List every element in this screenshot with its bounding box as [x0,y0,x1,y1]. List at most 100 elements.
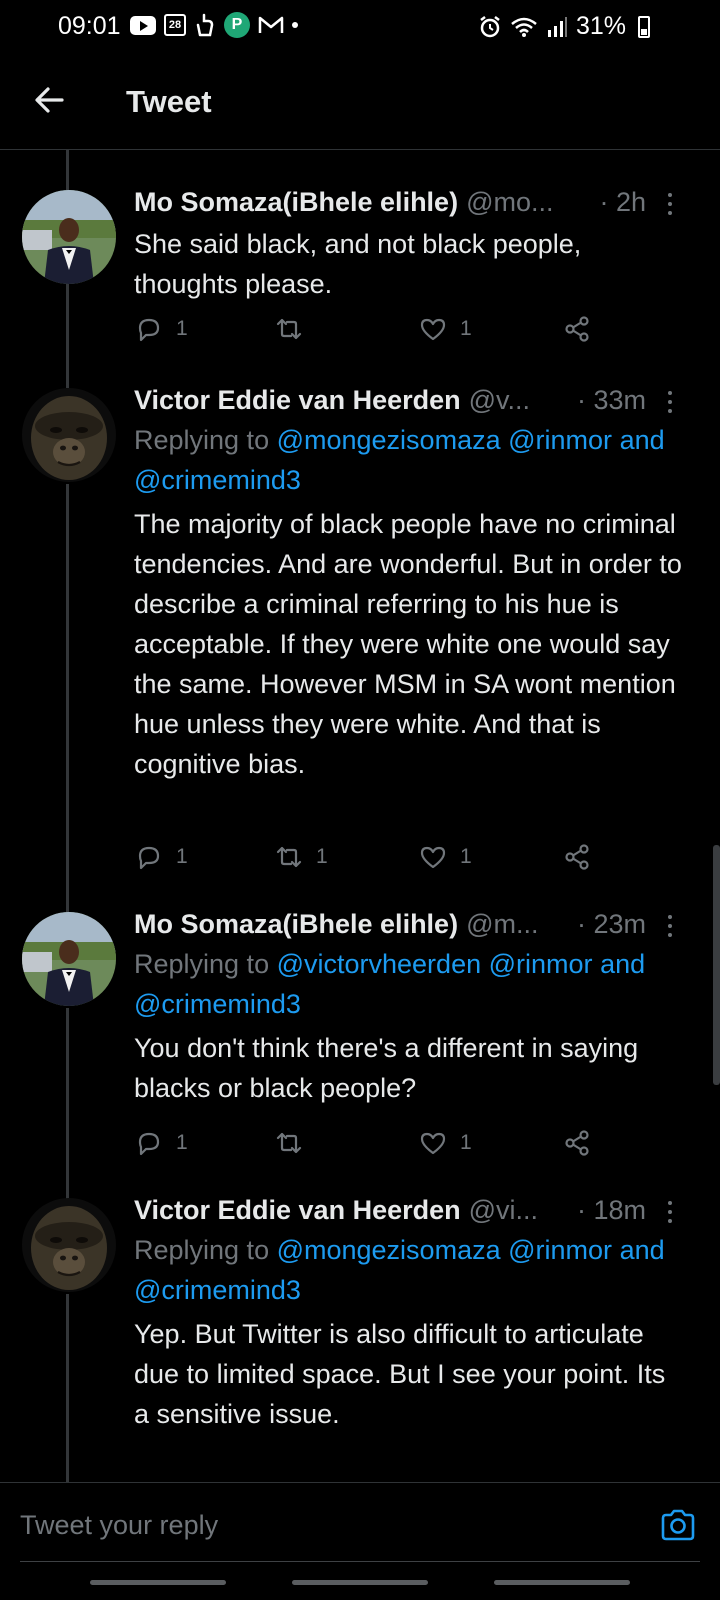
author-handle[interactable]: @vi... [469,1195,538,1226]
app-icon: P [224,12,250,38]
camera-button[interactable] [658,1505,698,1545]
tweet-time: · 18m [576,1194,646,1225]
mention-link[interactable]: @mongezisomaza [277,425,501,455]
author-name[interactable]: Victor Eddie van Heerden [134,1195,461,1226]
avatar[interactable] [22,388,116,482]
nav-recents[interactable] [90,1580,226,1585]
mention-link[interactable]: @victorvheerden [277,949,482,979]
tweet-header: Victor Eddie van Heerden @v... · 33m [134,382,680,418]
alarm-icon [478,14,502,40]
tweet[interactable]: Victor Eddie van Heerden @vi... · 18m Re… [0,1192,720,1482]
battery-percent: 31% [575,12,626,40]
author-handle[interactable]: @v... [469,385,530,416]
more-options-icon[interactable] [660,190,680,218]
mention-link[interactable]: @crimemind3 [134,1275,301,1305]
mention-link[interactable]: @crimemind3 [134,989,301,1019]
heart-icon [420,846,446,869]
replying-to: Replying to @mongezisomaza @rinmor and @… [134,425,665,495]
mention-link[interactable]: @rinmor [508,425,612,455]
tweet-time: · 23m [576,908,646,939]
tweet-text: The majority of black people have no cri… [134,509,682,779]
more-options-icon[interactable] [660,1198,680,1226]
battery-icon [638,15,650,38]
reply-count: 1 [176,317,188,340]
top-bar: Tweet [0,54,720,150]
share-icon [565,1130,589,1156]
input-underline [20,1561,700,1562]
tweet-text: She said black, and not black people, th… [134,229,582,299]
reply-icon [138,1132,160,1156]
author-handle[interactable]: @m... [466,909,538,940]
and-others-link[interactable]: and [620,425,665,455]
heart-icon [420,318,446,341]
share-button[interactable] [562,842,592,872]
tweet-header: Victor Eddie van Heerden @vi... · 18m [134,1192,680,1228]
reply-bar [0,1482,720,1566]
more-options-icon[interactable] [660,912,680,940]
like-count: 1 [460,1131,472,1154]
retweet-icon [276,318,302,340]
avatar[interactable] [22,912,116,1006]
author-name[interactable]: Mo Somaza(iBhele elihle) [134,187,458,218]
tweet-actions: 1 1 [134,314,604,350]
reply-button[interactable]: 1 [134,842,188,872]
and-others-link[interactable]: and [600,949,645,979]
tweet-actions: 1 1 1 [134,842,604,878]
like-button[interactable]: 1 [418,314,472,344]
avatar[interactable] [22,190,116,284]
mention-link[interactable]: @crimemind3 [134,465,301,495]
mention-link[interactable]: @rinmor [508,1235,612,1265]
tweet[interactable]: Victor Eddie van Heerden @v... · 33m Rep… [0,382,720,882]
reply-count: 1 [176,1131,188,1154]
tweet[interactable]: Mo Somaza(iBhele elihle) @m... · 23m Rep… [0,906,720,1176]
reply-button[interactable]: 1 [134,1128,188,1158]
like-count: 1 [460,317,472,340]
nav-back[interactable] [494,1580,630,1585]
retweet-count: 1 [316,845,328,868]
author-name[interactable]: Victor Eddie van Heerden [134,385,461,416]
avatar[interactable] [22,1198,116,1292]
tweet[interactable]: Mo Somaza(iBhele elihle) @mo... · 2h She… [0,184,720,354]
author-name[interactable]: Mo Somaza(iBhele elihle) [134,909,458,940]
tweet-text: Yep. But Twitter is also difficult to ar… [134,1319,666,1429]
tweet-header: Mo Somaza(iBhele elihle) @m... · 23m [134,906,680,942]
and-others-link[interactable]: and [620,1235,665,1265]
retweet-button[interactable]: 1 [274,842,328,872]
like-count: 1 [460,845,472,868]
nav-home[interactable] [292,1580,428,1585]
mention-link[interactable]: @rinmor [489,949,593,979]
retweet-button[interactable] [274,314,316,344]
tweet-header: Mo Somaza(iBhele elihle) @mo... · 2h [134,184,680,220]
scrollbar[interactable] [713,845,720,1085]
notification-icons: 28 P [130,12,298,38]
calendar-icon: 28 [164,12,186,38]
tweet-time: · 2h [599,186,646,217]
replying-to: Replying to @mongezisomaza @rinmor and @… [134,1235,665,1305]
arrow-left-icon [35,87,64,113]
back-button[interactable] [30,80,70,120]
status-time: 09:01 [58,12,121,40]
reply-count: 1 [176,845,188,868]
status-bar: 09:01 28 P 31% [0,0,720,54]
reply-button[interactable]: 1 [134,314,188,344]
signal-icon [546,14,568,40]
tweet-actions: 1 1 [134,1128,604,1164]
author-handle[interactable]: @mo... [466,187,553,218]
like-button[interactable]: 1 [418,842,472,872]
tweet-thread[interactable]: Mo Somaza(iBhele elihle) @mo... · 2h She… [0,150,720,1482]
retweet-icon [276,846,302,868]
share-icon [565,316,589,342]
share-button[interactable] [562,1128,592,1158]
reply-input[interactable] [20,1505,600,1545]
reply-icon [138,318,160,342]
share-button[interactable] [562,314,592,344]
retweet-button[interactable] [274,1128,316,1158]
more-options-icon[interactable] [660,388,680,416]
mention-link[interactable]: @mongezisomaza [277,1235,501,1265]
like-button[interactable]: 1 [418,1128,472,1158]
heart-icon [420,1132,446,1155]
retweet-icon [276,1132,302,1154]
tweet-text: You don't think there's a different in s… [134,1033,639,1103]
system-nav-bar [0,1566,720,1600]
replying-to: Replying to @victorvheerden @rinmor and … [134,949,646,1019]
